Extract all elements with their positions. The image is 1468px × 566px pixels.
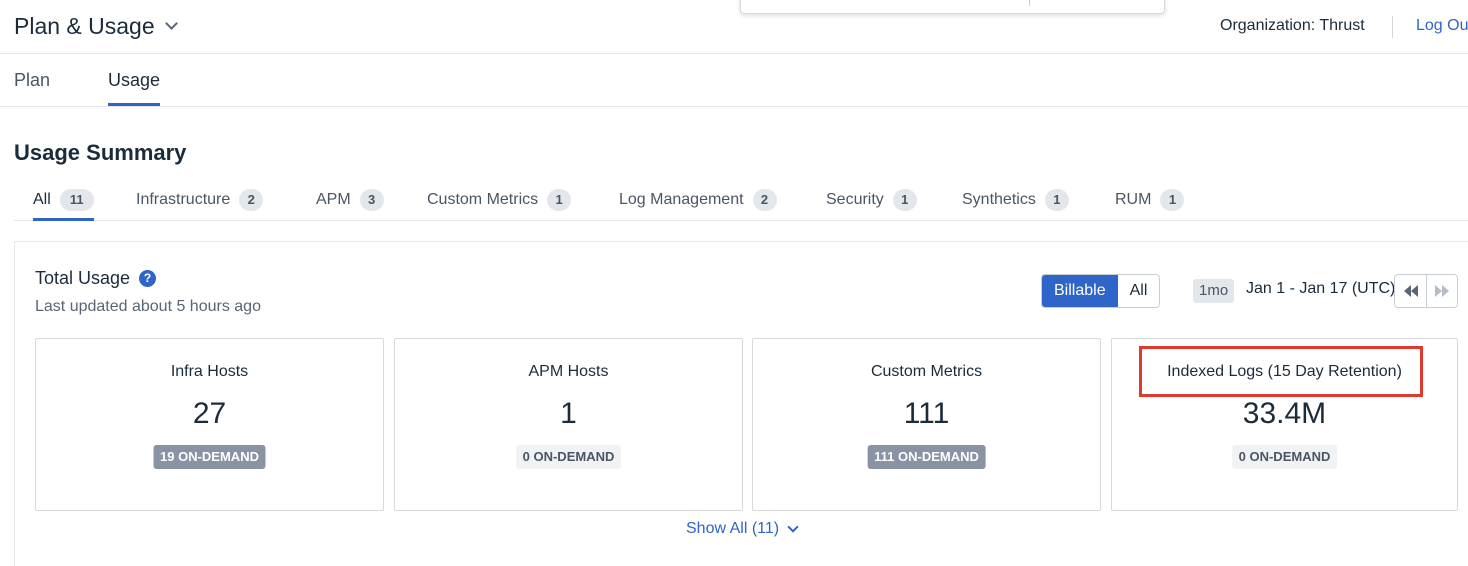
category-tab-label: Custom Metrics	[427, 191, 539, 208]
category-tab-synthetics[interactable]: Synthetics 1	[962, 189, 1069, 211]
question-circle-icon[interactable]: ?	[139, 270, 157, 287]
total-usage-panel: Total Usage ? Last updated about 5 hours…	[14, 241, 1468, 566]
count-badge: 1	[892, 189, 917, 211]
metric-card-custom-metrics[interactable]: Custom Metrics 111 111 ON-DEMAND	[752, 338, 1101, 511]
metric-card-infra-hosts[interactable]: Infra Hosts 27 19 ON-DEMAND	[35, 338, 384, 511]
category-tab-infrastructure[interactable]: Infrastructure 2	[136, 189, 264, 211]
all-button[interactable]: All	[1117, 275, 1160, 307]
period-nav	[1394, 274, 1458, 308]
logout-link[interactable]: Log Ou	[1416, 17, 1468, 35]
count-badge: 1	[1160, 189, 1185, 211]
billable-toggle: Billable All	[1041, 274, 1161, 308]
category-tab-apm[interactable]: APM 3	[316, 189, 384, 211]
page-title: Plan & Usage	[14, 13, 155, 39]
category-tabs: All 11 Infrastructure 2 APM 3 Custom Met…	[14, 186, 1468, 221]
next-period-button[interactable]	[1426, 275, 1457, 307]
panel-title: Total Usage ?	[35, 268, 157, 289]
category-tab-label: APM	[316, 191, 351, 208]
metric-value: 111	[903, 397, 950, 430]
count-badge: 3	[359, 189, 384, 211]
on-demand-badge: 19 ON-DEMAND	[153, 445, 266, 469]
count-badge: 2	[752, 189, 777, 211]
metric-label: Indexed Logs (15 Day Retention)	[1167, 363, 1402, 380]
on-demand-badge: 0 ON-DEMAND	[515, 445, 622, 469]
chevron-down-icon	[164, 17, 178, 30]
category-tab-label: Log Management	[619, 191, 744, 208]
category-tab-label: All	[33, 191, 51, 208]
metric-value: 1	[560, 397, 577, 430]
category-tab-label: Infrastructure	[136, 191, 231, 208]
double-chevron-right-icon	[1435, 285, 1449, 297]
metric-value: 33.4M	[1242, 397, 1327, 430]
time-range-badge[interactable]: 1mo	[1193, 279, 1235, 303]
on-demand-badge: 0 ON-DEMAND	[1231, 445, 1338, 469]
show-all-button[interactable]: Show All (11)	[686, 520, 799, 538]
category-tab-all[interactable]: All 11	[33, 189, 94, 221]
panel-title-text: Total Usage	[35, 268, 131, 288]
category-tab-label: Security	[826, 191, 884, 208]
metric-value: 27	[192, 397, 227, 430]
section-title: Usage Summary	[14, 140, 187, 165]
metric-card-indexed-logs[interactable]: Indexed Logs (15 Day Retention) 33.4M 0 …	[1111, 338, 1458, 511]
main-tabs: Plan Usage	[0, 54, 1468, 107]
double-chevron-left-icon	[1403, 285, 1418, 297]
header-divider	[1392, 16, 1393, 38]
metric-card-apm-hosts[interactable]: APM Hosts 1 0 ON-DEMAND	[394, 338, 743, 511]
metric-label: Custom Metrics	[870, 363, 983, 380]
billable-button[interactable]: Billable	[1042, 275, 1118, 307]
tab-plan[interactable]: Plan	[14, 70, 50, 91]
dropdown-popover	[740, 0, 1165, 14]
top-header: Plan & Usage Organization: Thrust Log Ou	[0, 0, 1468, 54]
count-badge: 11	[59, 189, 94, 211]
category-tab-label: RUM	[1115, 191, 1152, 208]
organization-label: Organization: Thrust	[1220, 17, 1365, 34]
previous-period-button[interactable]	[1395, 275, 1426, 307]
show-all-label: Show All (11)	[686, 520, 780, 537]
chevron-down-icon	[787, 520, 799, 533]
tab-usage[interactable]: Usage	[108, 70, 161, 106]
category-tab-log-management[interactable]: Log Management 2	[619, 189, 777, 211]
count-badge: 1	[1044, 189, 1069, 211]
date-range-text: Jan 1 - Jan 17 (UTC)	[1246, 280, 1396, 297]
category-tab-label: Synthetics	[962, 191, 1036, 208]
last-updated-text: Last updated about 5 hours ago	[35, 298, 261, 315]
count-badge: 1	[547, 189, 572, 211]
count-badge: 2	[239, 189, 264, 211]
popover-divider	[1029, 0, 1030, 6]
category-tab-custom-metrics[interactable]: Custom Metrics 1	[427, 189, 572, 211]
category-tab-rum[interactable]: RUM 1	[1115, 189, 1185, 211]
on-demand-badge: 111 ON-DEMAND	[867, 445, 986, 469]
metric-label: Infra Hosts	[170, 363, 249, 380]
category-tab-security[interactable]: Security 1	[826, 189, 917, 211]
metric-label: APM Hosts	[528, 363, 609, 380]
page-title-dropdown[interactable]: Plan & Usage	[14, 13, 178, 40]
